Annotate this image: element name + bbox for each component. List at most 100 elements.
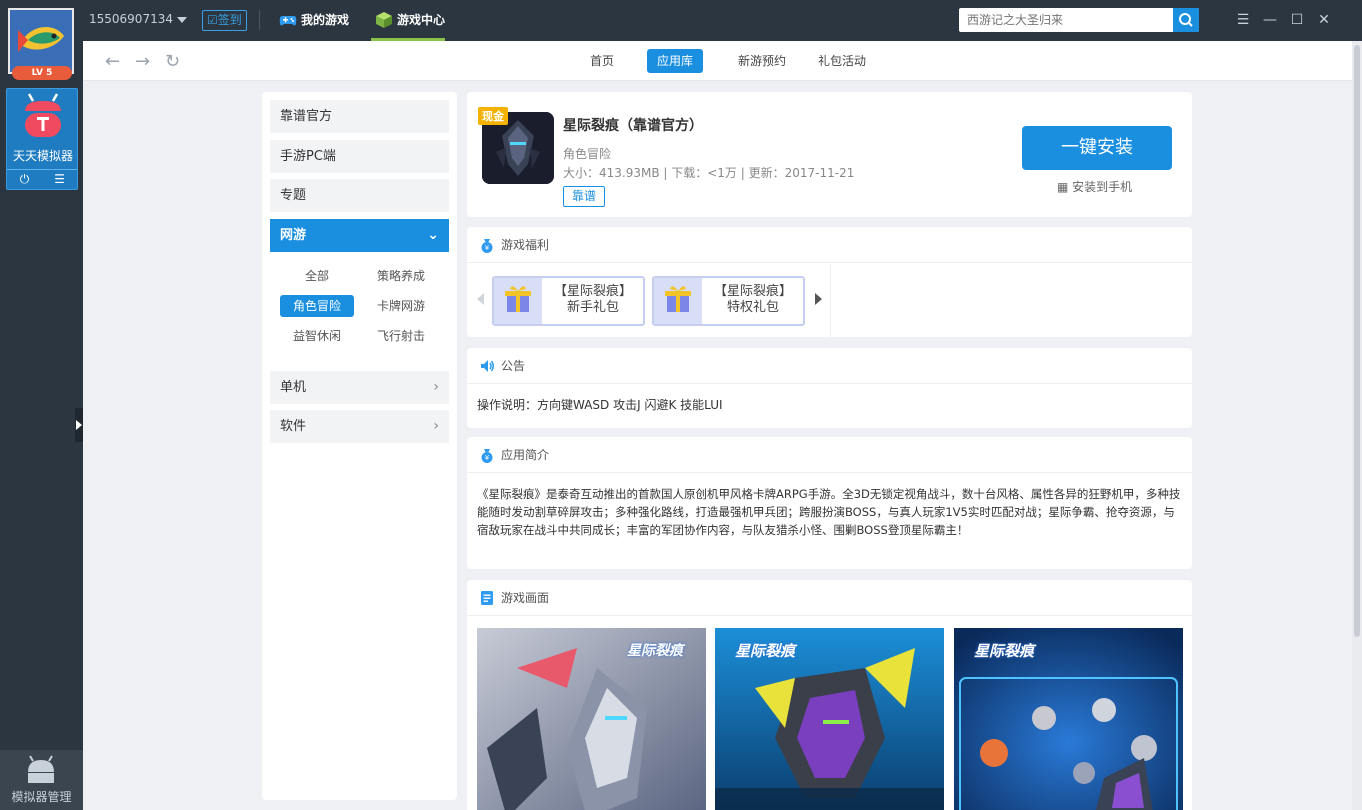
maximize-icon[interactable]: ☐: [1287, 10, 1307, 30]
category-label: 网游: [280, 228, 307, 243]
gift-text: 【星际裂痕】 新手礼包: [544, 284, 642, 316]
search-box: [959, 8, 1199, 32]
search-button[interactable]: [1173, 8, 1199, 32]
screenshots-card: 游戏画面 星际裂痕 星际裂痕 星际裂痕: [467, 580, 1192, 810]
gift-privilege[interactable]: 【星际裂痕】 特权礼包: [652, 276, 805, 326]
notice-text: 操作说明：方向键WASD 攻击J 闪避K 技能LUI: [477, 398, 723, 412]
intro-title: 应用简介: [501, 448, 550, 462]
intro-card: ¥ 应用简介 《星际裂痕》是泰奇互动推出的首款国人原创机甲风格卡牌ARPG手游。…: [467, 437, 1192, 569]
screenshot-3[interactable]: 星际裂痕: [954, 628, 1183, 810]
category-online[interactable]: 网游 ⌄: [270, 219, 449, 252]
gift-next-arrow-icon[interactable]: [815, 293, 822, 305]
cube-icon: [376, 12, 392, 28]
screenshot-2[interactable]: 星际裂痕: [715, 628, 944, 810]
install-button[interactable]: 一键安装: [1022, 126, 1172, 170]
welfare-card: ¥ 游戏福利 【星际裂痕】 新手礼包 【星际裂痕】 特权礼包: [467, 227, 1192, 337]
category-software[interactable]: 软件 ›: [270, 410, 449, 443]
sidebar-collapse-handle[interactable]: [75, 408, 83, 442]
divider: [830, 264, 831, 337]
tab-home[interactable]: 首页: [580, 49, 624, 73]
category-single[interactable]: 单机 ›: [270, 371, 449, 404]
search-input[interactable]: [959, 8, 1169, 32]
svg-text:¥: ¥: [485, 244, 490, 252]
app-title: 星际裂痕（靠谱官方）: [563, 118, 703, 134]
emulator-manager-button[interactable]: 模拟器管理: [0, 750, 83, 810]
chevron-right-icon: ›: [433, 418, 439, 434]
category-official[interactable]: 靠谱官方: [270, 100, 449, 133]
nav-game-center[interactable]: 游戏中心: [371, 0, 446, 41]
subcategory-all[interactable]: 全部: [280, 265, 354, 287]
subcategory-strategy[interactable]: 策略养成: [364, 265, 438, 287]
refresh-icon[interactable]: ↻: [165, 51, 180, 72]
menu-icon[interactable]: ☰: [1233, 10, 1253, 30]
gift-box-icon: [494, 278, 542, 324]
money-bag-icon: ¥: [481, 449, 493, 463]
gift-name: 【星际裂痕】: [713, 284, 792, 299]
category-topics[interactable]: 专题: [270, 179, 449, 212]
tab-new-games[interactable]: 新游预约: [728, 49, 796, 73]
menu-icon[interactable]: ☰: [42, 172, 77, 186]
app-tag[interactable]: 靠谱: [563, 186, 606, 207]
tab-app-library[interactable]: 应用库: [647, 49, 704, 73]
subcategory-shooter[interactable]: 飞行射击: [364, 325, 438, 347]
emulator-robot-icon: [25, 93, 61, 137]
gift-prev-arrow-icon[interactable]: [477, 293, 484, 305]
category-label: 软件: [280, 419, 307, 434]
content-nav-bar: ← → ↻ 首页 应用库 新游预约 礼包活动: [83, 41, 1353, 81]
screenshot-1[interactable]: 星际裂痕: [477, 628, 706, 810]
category-label: 单机: [280, 380, 307, 395]
caret-down-icon: [176, 16, 187, 23]
subcategory-puzzle[interactable]: 益智休闲: [280, 325, 354, 347]
speaker-icon: [481, 360, 494, 372]
back-arrow-icon[interactable]: ←: [105, 51, 120, 72]
cash-badge: 现金: [478, 107, 508, 125]
user-id: 15506907134: [89, 12, 173, 26]
category-label: 专题: [280, 188, 307, 203]
android-icon: [28, 755, 54, 783]
user-account-dropdown[interactable]: 15506907134: [89, 12, 187, 26]
emulator-tile[interactable]: 天天模拟器 ⏻ ☰: [6, 88, 78, 190]
nav-my-games-label: 我的游戏: [301, 13, 350, 27]
app-category: 角色冒险: [563, 147, 612, 161]
divider: [259, 10, 260, 30]
screenshots-header: 游戏画面: [467, 580, 1192, 616]
nav-my-games[interactable]: 我的游戏: [275, 0, 349, 41]
chevron-right-icon: [76, 420, 82, 430]
nav-game-center-label: 游戏中心: [397, 13, 446, 27]
category-pc-mobile[interactable]: 手游PC端: [270, 140, 449, 173]
signin-label: 签到: [217, 13, 242, 27]
minimize-icon[interactable]: —: [1260, 10, 1280, 30]
left-sidebar: LV 5 天天模拟器 ⏻ ☰ 模拟器管理: [0, 0, 83, 810]
power-icon[interactable]: ⏻: [7, 172, 42, 187]
close-icon[interactable]: ✕: [1314, 10, 1334, 30]
level-badge: LV 5: [12, 66, 72, 80]
money-bag-icon: ¥: [481, 239, 493, 253]
emulator-label: 天天模拟器: [12, 149, 73, 163]
gift-name: 【星际裂痕】: [553, 284, 632, 299]
search-icon: [1179, 13, 1193, 27]
subcategory-card[interactable]: 卡牌网游: [364, 295, 438, 317]
qr-code-icon: ▦: [1057, 180, 1069, 194]
subcategory-rpg[interactable]: 角色冒险: [280, 295, 354, 317]
emulator-controls: ⏻ ☰: [7, 169, 77, 190]
welfare-title: 游戏福利: [501, 238, 550, 252]
notice-card: 公告 操作说明：方向键WASD 攻击J 闪避K 技能LUI: [467, 348, 1192, 428]
screenshot-logo: 星际裂痕: [974, 642, 1035, 660]
notice-header: 公告: [467, 348, 1192, 384]
gift-newbie[interactable]: 【星际裂痕】 新手礼包: [492, 276, 645, 326]
calendar-check-icon: ☑: [207, 13, 218, 27]
gift-type: 特权礼包: [726, 300, 779, 315]
install-to-phone-link[interactable]: ▦ 安装到手机: [1057, 178, 1132, 195]
category-sidebar: 靠谱官方 手游PC端 专题 网游 ⌄ 全部 策略养成 角色冒险 卡牌网游 益智休闲…: [262, 92, 457, 800]
screenshot-logo: 星际裂痕: [627, 643, 683, 659]
signin-button[interactable]: ☑签到: [202, 10, 247, 31]
notice-title: 公告: [501, 359, 526, 373]
chevron-right-icon: ›: [433, 379, 439, 395]
forward-arrow-icon[interactable]: →: [135, 51, 150, 72]
chevron-down-icon: ⌄: [427, 227, 439, 243]
scrollbar[interactable]: [1352, 41, 1362, 810]
scrollbar-thumb[interactable]: [1354, 45, 1360, 637]
gift-type: 新手礼包: [566, 300, 619, 315]
avatar[interactable]: [8, 8, 74, 74]
tab-gift-events[interactable]: 礼包活动: [808, 49, 876, 73]
